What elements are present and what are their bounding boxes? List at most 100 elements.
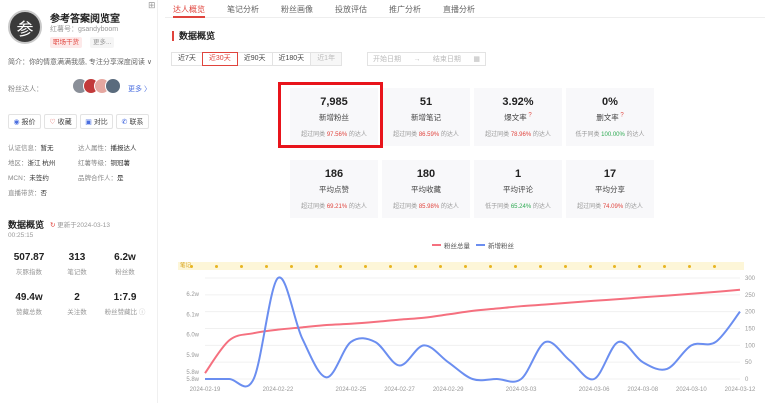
info-key: 认证信息： xyxy=(8,145,41,152)
tab-fans[interactable]: 粉丝画像 xyxy=(281,0,313,18)
timeline-dot[interactable] xyxy=(314,264,318,268)
red-id: 红薯号：gsandyboom xyxy=(50,26,119,33)
stat-ratio: 1:7.9 粉丝赞藏比 ⓘ xyxy=(100,292,150,316)
timeline-dot[interactable] xyxy=(190,264,193,268)
end-date-input[interactable]: 结束日期 xyxy=(433,54,461,64)
info-brand: 品牌合作人：是 xyxy=(78,172,124,182)
tab-live[interactable]: 直播分析 xyxy=(443,0,475,18)
timeline-dot[interactable] xyxy=(414,264,418,268)
profile-bio[interactable]: 简介：你的情意满满我感, 专注分享深度阅读 ∨ xyxy=(8,57,152,67)
x-tick: 2024-03-08 xyxy=(627,387,658,393)
metric-card[interactable]: 180 平均收藏 超过同类 85.98% 的达人 xyxy=(382,160,470,218)
favorite-button[interactable]: ♡ 收藏 xyxy=(44,114,77,129)
timeline-dot[interactable] xyxy=(513,264,517,268)
info-key: 红薯等级： xyxy=(78,160,111,167)
range-30d[interactable]: 近30天 xyxy=(201,52,238,66)
metric-card[interactable]: 0% 删文率 ? 低于同类 100.00% 的达人 xyxy=(566,88,654,146)
y-left-tick: 5.8w xyxy=(186,370,199,376)
start-date-input[interactable]: 开始日期 xyxy=(373,54,401,64)
timeline-dot[interactable] xyxy=(538,264,542,268)
tab-ads[interactable]: 投放评估 xyxy=(335,0,367,18)
info-auth: 认证信息：暂无 xyxy=(8,142,54,152)
compare-suffix: 的达人 xyxy=(623,204,643,210)
fan-avatars[interactable] xyxy=(72,78,121,96)
compare-prefix: 超过同类 xyxy=(393,204,419,210)
help-icon[interactable]: ⓘ xyxy=(139,309,146,316)
timeline-dot[interactable] xyxy=(389,264,393,268)
timeline-dot[interactable] xyxy=(364,264,368,268)
timeline-dot[interactable] xyxy=(588,264,592,268)
refresh-icon[interactable]: ↻ xyxy=(50,222,55,229)
metric-card[interactable]: 186 平均点赞 超过同类 69.21% 的达人 xyxy=(290,160,378,218)
metric-value: 0% xyxy=(602,96,618,108)
fans-more-link[interactable]: 更多 〉 xyxy=(128,84,151,94)
info-value: 铜冠薯 xyxy=(110,160,131,167)
metric-card[interactable]: 51 新增笔记 超过同类 86.59% 的达人 xyxy=(382,88,470,146)
metric-card[interactable]: 3.92% 爆文率 ? 超过同类 78.96% 的达人 xyxy=(474,88,562,146)
fan-avatar[interactable] xyxy=(105,78,121,94)
help-icon[interactable]: ? xyxy=(527,113,531,119)
timeline-dot[interactable] xyxy=(613,264,617,268)
range-90d[interactable]: 近90天 xyxy=(236,52,273,66)
metric-card[interactable]: 17 平均分享 超过同类 74.09% 的达人 xyxy=(566,160,654,218)
timeline-dot[interactable] xyxy=(488,264,492,268)
compare-icon: ▣ xyxy=(85,118,92,126)
stat-label: 灰豚指数 xyxy=(16,269,42,276)
range-selector: 近7天 近30天 近90天 近180天 近1年 xyxy=(171,52,343,66)
quote-button[interactable]: ◉ 报价 xyxy=(8,114,41,129)
note-timeline[interactable]: 笔记 xyxy=(178,262,744,270)
tab-overview[interactable]: 达人概览 xyxy=(173,0,205,18)
tab-promo[interactable]: 推广分析 xyxy=(389,0,421,18)
timeline-dot[interactable] xyxy=(663,264,667,268)
range-180d[interactable]: 近180天 xyxy=(271,52,312,66)
fans-line-chart[interactable]: 5.8w5.8w 5.9w 6.0w 6.1w 6.2w 0 50 100 150 200 250 3… xyxy=(165,272,765,403)
compare-button[interactable]: ▣ 对比 xyxy=(80,114,113,129)
metric-compare: 超过同类 78.96% 的达人 xyxy=(474,129,562,138)
overview-title: 数据概览 xyxy=(8,220,45,230)
legend-total[interactable]: 粉丝总量 xyxy=(432,240,470,250)
metric-label: 爆文率 ? xyxy=(504,112,532,123)
contact-label: 联系 xyxy=(129,118,144,126)
timeline-dot[interactable] xyxy=(289,264,293,268)
series-line-new-fans xyxy=(205,276,741,388)
timeline-dot[interactable] xyxy=(563,264,567,268)
metric-card[interactable]: 1 平均评论 低于同类 65.24% 的达人 xyxy=(474,160,562,218)
help-icon[interactable]: ? xyxy=(619,113,623,119)
profile-sidebar: 参 ⊞ 参考答案阅览室 红薯号：gsandyboom 职场干货 更多... 简介… xyxy=(0,0,158,403)
metric-label: 平均评论 xyxy=(503,185,533,194)
main-tabs: 达人概览 笔记分析 粉丝画像 投放评估 推广分析 直播分析 xyxy=(165,0,765,18)
stat-likes: 49.4w 赞藏总数 xyxy=(4,292,54,316)
timeline-dot[interactable] xyxy=(638,264,642,268)
profile-name: 参考答案阅览室 xyxy=(50,14,120,25)
contact-icon: ✆ xyxy=(121,118,128,126)
info-region: 地区：浙江 杭州 xyxy=(8,157,55,167)
timeline-dot[interactable] xyxy=(339,264,343,268)
timeline-dot[interactable] xyxy=(713,264,717,268)
timeline-dot[interactable] xyxy=(439,264,443,268)
timeline-dot[interactable] xyxy=(464,264,467,268)
legend-new[interactable]: 新增粉丝 xyxy=(476,240,514,250)
info-live: 直播带货：否 xyxy=(8,187,47,197)
update-time: 00:25:15 xyxy=(8,232,34,239)
x-tick: 2024-02-25 xyxy=(336,387,367,393)
metric-label: 平均点赞 xyxy=(319,185,349,194)
tab-notes[interactable]: 笔记分析 xyxy=(227,0,259,18)
info-key: MCN： xyxy=(8,175,30,182)
calendar-icon[interactable]: ▦ xyxy=(473,55,480,63)
timeline-dot[interactable] xyxy=(688,264,692,268)
timeline-dot[interactable] xyxy=(239,264,243,268)
y-left-tick: 5.9w xyxy=(186,353,199,359)
tag-category[interactable]: 职场干货 xyxy=(50,37,82,48)
pin-icon[interactable]: ⊞ xyxy=(148,0,156,11)
stat-value: 6.2w xyxy=(114,252,136,263)
range-1y[interactable]: 近1年 xyxy=(310,52,343,66)
x-tick: 2024-03-10 xyxy=(676,387,707,393)
tag-more[interactable]: 更多... xyxy=(90,37,115,48)
date-range-picker[interactable]: 开始日期 → 结束日期 ▦ xyxy=(367,52,486,66)
range-7d[interactable]: 近7天 xyxy=(171,52,203,66)
timeline-dot[interactable] xyxy=(214,264,218,268)
contact-button[interactable]: ✆ 联系 xyxy=(116,114,149,129)
compare-prefix: 低于同类 xyxy=(485,204,511,210)
timeline-dot[interactable] xyxy=(264,264,268,268)
info-value: 否 xyxy=(40,190,48,197)
